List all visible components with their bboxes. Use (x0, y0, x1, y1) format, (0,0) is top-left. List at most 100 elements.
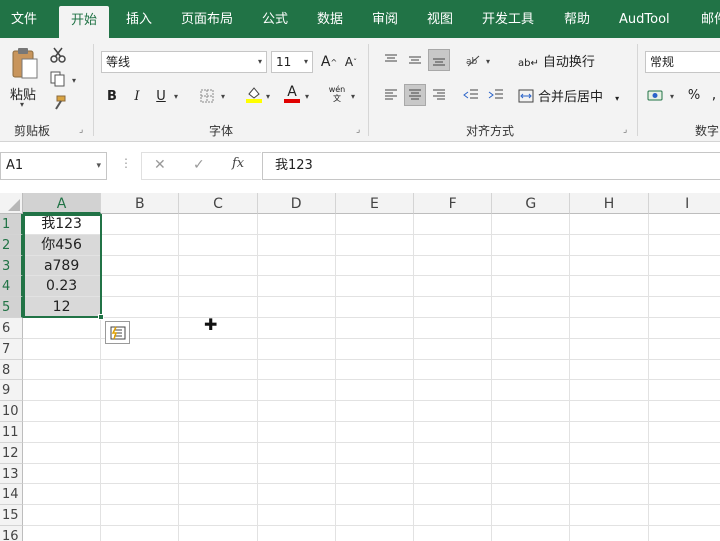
cell-c13[interactable] (179, 463, 258, 485)
cell-a15[interactable] (23, 505, 102, 526)
cell-b8[interactable] (101, 359, 180, 381)
cell-f6[interactable] (414, 318, 493, 339)
tab-file[interactable]: 文件 (11, 0, 37, 38)
cell-b16[interactable] (101, 526, 180, 541)
cell-h11[interactable] (570, 422, 649, 443)
cell-c16[interactable] (179, 526, 258, 541)
font-launcher-icon[interactable]: ⌟ (356, 125, 360, 135)
cell-c12[interactable] (179, 442, 258, 464)
cell-e3[interactable] (335, 255, 414, 277)
cell-c3[interactable] (179, 255, 258, 277)
cell-i15[interactable] (648, 505, 720, 526)
alignment-launcher-icon[interactable]: ⌟ (623, 125, 627, 135)
cell-c2[interactable] (179, 234, 258, 256)
cell-e6[interactable] (335, 318, 414, 339)
align-middle-icon[interactable] (404, 49, 426, 71)
cell-e4[interactable] (335, 276, 414, 298)
fill-handle[interactable] (98, 314, 104, 320)
cell-f1[interactable] (414, 214, 493, 235)
cell-c14[interactable] (179, 484, 258, 506)
cell-h13[interactable] (570, 463, 649, 485)
column-header-c[interactable]: C (179, 193, 258, 214)
cell-i12[interactable] (648, 443, 720, 464)
cell-f8[interactable] (414, 359, 493, 381)
cell-g3[interactable] (492, 255, 571, 277)
cell-h5[interactable] (570, 297, 649, 318)
cell-d15[interactable] (257, 505, 336, 526)
cell-c1[interactable] (179, 214, 258, 235)
cell-g5[interactable] (492, 297, 571, 318)
cell-h2[interactable] (570, 234, 649, 256)
cell-d10[interactable] (257, 401, 336, 422)
tab-review[interactable]: 审阅 (372, 0, 398, 38)
cell-d1[interactable] (257, 214, 336, 235)
cell-e13[interactable] (335, 463, 414, 485)
column-header-f[interactable]: F (414, 193, 493, 214)
fill-color-icon[interactable] (243, 83, 265, 105)
cell-a1[interactable]: 我123 (23, 214, 102, 235)
copy-dropdown-icon[interactable]: ▾ (72, 76, 76, 85)
cell-i14[interactable] (648, 484, 720, 506)
cell-h7[interactable] (570, 338, 649, 360)
cell-d6[interactable] (257, 318, 336, 339)
cell-g14[interactable] (492, 484, 571, 506)
cell-d5[interactable] (257, 297, 336, 318)
tab-formulas[interactable]: 公式 (262, 0, 288, 38)
cell-b14[interactable] (101, 484, 180, 506)
fill-color-dropdown-icon[interactable]: ▾ (266, 92, 270, 101)
cell-g10[interactable] (492, 401, 571, 422)
cell-a6[interactable] (23, 318, 102, 339)
cell-f3[interactable] (414, 255, 493, 277)
row-header-4[interactable]: 4 (0, 276, 23, 298)
row-header-1[interactable]: 1 (0, 214, 23, 235)
cell-i2[interactable] (648, 235, 720, 256)
select-all-button[interactable] (0, 193, 23, 214)
align-bottom-icon[interactable] (428, 49, 450, 71)
align-left-icon[interactable] (380, 84, 402, 106)
tab-data[interactable]: 数据 (317, 0, 343, 38)
cell-d14[interactable] (257, 484, 336, 506)
column-header-g[interactable]: G (492, 193, 571, 214)
cell-g16[interactable] (492, 526, 571, 541)
cell-c15[interactable] (179, 505, 258, 526)
column-header-e[interactable]: E (335, 193, 414, 214)
number-format-select[interactable]: 常规 (645, 51, 720, 73)
cell-i11[interactable] (648, 422, 720, 443)
align-top-icon[interactable] (380, 49, 402, 71)
cell-h6[interactable] (570, 318, 649, 339)
cell-d7[interactable] (257, 338, 336, 360)
cell-h14[interactable] (570, 484, 649, 506)
cell-i13[interactable] (648, 464, 720, 485)
cell-i9[interactable] (648, 380, 720, 402)
underline-dropdown-icon[interactable]: ▾ (174, 92, 178, 101)
row-header-12[interactable]: 12 (0, 442, 23, 464)
confirm-icon[interactable]: ✓ (193, 157, 205, 173)
cell-i16[interactable] (649, 526, 720, 541)
cell-g8[interactable] (492, 359, 571, 381)
cell-d2[interactable] (257, 234, 336, 256)
cell-a3[interactable]: a789 (23, 255, 102, 277)
cell-b10[interactable] (101, 401, 180, 422)
tab-page-layout[interactable]: 页面布局 (181, 0, 233, 38)
cell-d11[interactable] (257, 422, 336, 443)
bold-button[interactable]: B (101, 85, 123, 107)
row-header-8[interactable]: 8 (0, 359, 23, 381)
cell-e5[interactable] (335, 297, 414, 318)
copy-icon[interactable] (47, 68, 69, 90)
formula-input[interactable]: 我123 (262, 152, 720, 180)
cell-g9[interactable] (492, 380, 571, 402)
cell-d9[interactable] (257, 380, 336, 402)
cell-c10[interactable] (179, 401, 258, 422)
cell-g12[interactable] (492, 442, 571, 464)
align-right-icon[interactable] (428, 84, 450, 106)
increase-indent-icon[interactable] (485, 84, 507, 106)
cell-h8[interactable] (570, 359, 649, 381)
column-header-a[interactable]: A (23, 193, 102, 214)
quick-analysis-button[interactable] (105, 321, 130, 344)
cell-c6[interactable] (179, 318, 258, 339)
row-header-9[interactable]: 9 (0, 380, 23, 402)
cell-b12[interactable] (101, 442, 180, 464)
cell-i8[interactable] (648, 360, 720, 381)
cell-f16[interactable] (414, 526, 493, 541)
accounting-format-icon[interactable] (645, 84, 667, 106)
